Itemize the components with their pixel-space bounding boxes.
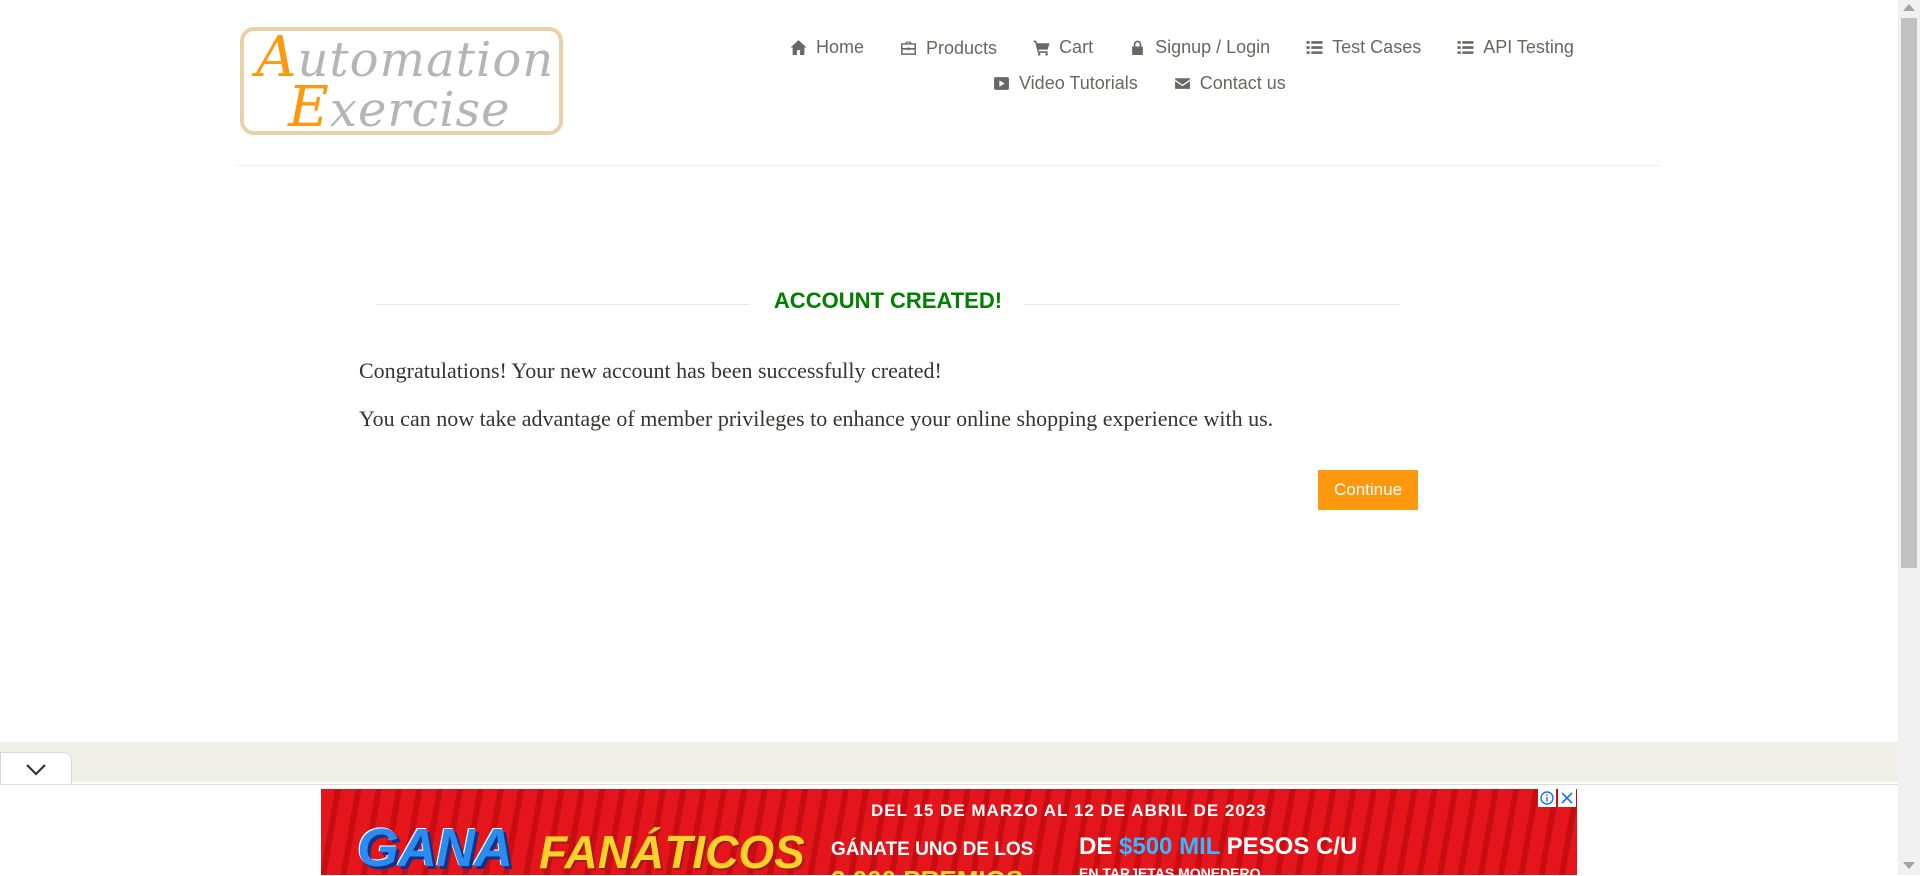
header-divider xyxy=(235,165,1660,166)
ad-info-button[interactable] xyxy=(1538,789,1556,807)
nav-signup-login[interactable]: Signup / Login xyxy=(1129,36,1270,59)
list-icon xyxy=(1306,41,1323,54)
scroll-down-arrow-icon[interactable] xyxy=(1903,862,1915,869)
member-privileges-message: You can now take advantage of member pri… xyxy=(359,406,1274,431)
ad-prizes-text: 2,000 PREMIOS xyxy=(831,865,1023,875)
nav-products-label: Products xyxy=(926,38,998,58)
ad-close-button[interactable] xyxy=(1558,789,1576,807)
main-nav-row-1: Home Products Cart Signup / Login Test C… xyxy=(790,36,1740,59)
nav-api-testing-label: API Testing xyxy=(1483,37,1574,57)
ad-amount-suffix: PESOS C/U xyxy=(1219,833,1358,860)
close-icon xyxy=(1561,792,1573,804)
ad-cards-text: EN TARJETAS MONEDERO xyxy=(1079,865,1261,875)
nav-cart-label: Cart xyxy=(1059,37,1094,57)
nav-api-testing[interactable]: API Testing xyxy=(1457,36,1574,59)
site-header: Automation Exercise Home Products Cart S… xyxy=(0,0,1898,167)
vertical-scrollbar[interactable] xyxy=(1898,0,1920,875)
ad-date-line: DEL 15 DE MARZO AL 12 DE ABRIL DE 2023 xyxy=(871,801,1267,820)
continue-button[interactable]: Continue xyxy=(1318,470,1418,510)
nav-home[interactable]: Home xyxy=(790,36,864,59)
nav-products[interactable]: Products xyxy=(900,38,997,59)
envelope-icon xyxy=(1174,78,1190,89)
list-icon xyxy=(1457,41,1474,54)
home-icon xyxy=(790,40,807,55)
info-icon xyxy=(1540,791,1554,805)
nav-home-label: Home xyxy=(816,37,865,57)
logo-word-exercise: Exercise xyxy=(288,75,511,140)
ad-amount-prefix: DE xyxy=(1079,833,1120,860)
scroll-up-arrow-icon[interactable] xyxy=(1903,4,1915,11)
nav-video-tutorials[interactable]: Video Tutorials xyxy=(993,73,1138,94)
ad-brand-subtext: FANÁTICOS xyxy=(539,826,805,875)
ad-collapse-toggle[interactable] xyxy=(0,752,72,784)
ad-amount-value: $500 MIL xyxy=(1119,833,1220,860)
lock-icon xyxy=(1132,40,1143,55)
briefcase-icon xyxy=(901,41,916,55)
main-nav-row-2: Video Tutorials Contact us xyxy=(993,73,1393,94)
congratulations-message: Congratulations! Your new account has be… xyxy=(359,358,942,383)
nav-contact-us-label: Contact us xyxy=(1199,73,1286,93)
page-title-wrap: ACCOUNT CREATED! xyxy=(376,286,1400,318)
ad-banner[interactable]: GANA FANÁTICOS DEL 15 DE MARZO AL 12 DE … xyxy=(321,789,1577,875)
ad-win-line: GÁNATE UNO DE LOS xyxy=(831,839,1034,860)
shopping-cart-icon xyxy=(1033,40,1050,56)
ad-brand-text: GANA xyxy=(357,818,513,875)
nav-contact-us[interactable]: Contact us xyxy=(1174,73,1286,94)
nav-signup-login-label: Signup / Login xyxy=(1155,37,1271,57)
page-title: ACCOUNT CREATED! xyxy=(773,288,1003,313)
site-logo[interactable]: Automation Exercise xyxy=(240,25,563,140)
scrollbar-thumb[interactable] xyxy=(1901,18,1917,568)
ad-amount-line: DE $500 MIL PESOS C/U xyxy=(1079,833,1357,861)
nav-cart[interactable]: Cart xyxy=(1033,36,1093,59)
youtube-play-icon xyxy=(994,77,1009,90)
nav-test-cases-label: Test Cases xyxy=(1332,37,1422,57)
nav-test-cases[interactable]: Test Cases xyxy=(1306,36,1421,59)
chevron-down-icon xyxy=(26,764,46,776)
footer-band xyxy=(0,742,1898,782)
nav-video-tutorials-label: Video Tutorials xyxy=(1019,73,1138,93)
